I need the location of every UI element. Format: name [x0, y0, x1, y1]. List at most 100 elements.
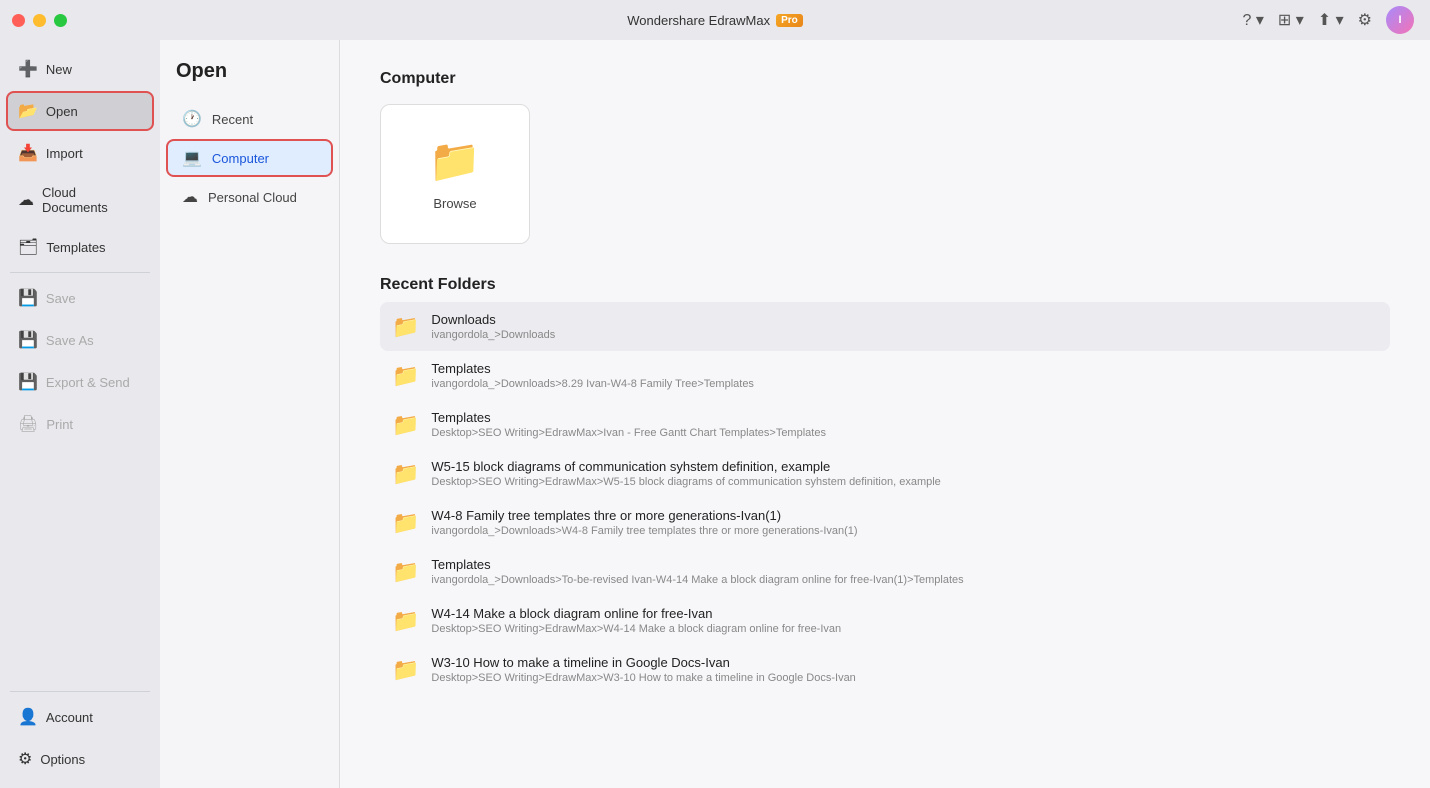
titlebar-right: ? ▾ ⊞ ▾ ⬆ ▾ ⚙ I [1243, 6, 1415, 34]
left-panel-computer[interactable]: 💻 Computer [166, 139, 333, 177]
folder-name: Templates [431, 361, 754, 376]
folder-path: Desktop>SEO Writing>EdrawMax>W4-14 Make … [431, 623, 841, 635]
folder-row[interactable]: 📁 Templates Desktop>SEO Writing>EdrawMax… [380, 400, 1390, 449]
cloud-icon: ☁ [18, 190, 34, 210]
folder-icon: 📁 [392, 510, 419, 536]
folder-path: Desktop>SEO Writing>EdrawMax>W5-15 block… [431, 476, 940, 488]
browse-card[interactable]: 📁 Browse [380, 104, 530, 244]
pro-badge: Pro [776, 14, 803, 27]
folder-name: Downloads [431, 312, 555, 327]
settings-icon[interactable]: ⚙ [1358, 10, 1372, 30]
sidebar-divider [10, 272, 150, 273]
sidebar-item-templates[interactable]: 🗂 Templates [6, 227, 154, 267]
share-icon[interactable]: ⬆ ▾ [1318, 10, 1344, 30]
saveas-icon: 💾 [18, 330, 38, 350]
folder-path: ivangordola_>Downloads [431, 329, 555, 341]
sidebar-label-export: Export & Send [46, 375, 130, 390]
left-panel-title: Open [160, 60, 339, 99]
left-panel-recent-label: Recent [212, 112, 253, 127]
window-controls[interactable] [12, 14, 67, 27]
computer-section-title: Computer [380, 70, 1390, 88]
folder-row[interactable]: 📁 W5-15 block diagrams of communication … [380, 449, 1390, 498]
sidebar-item-account[interactable]: 👤 Account [6, 697, 154, 737]
folder-path: Desktop>SEO Writing>EdrawMax>W3-10 How t… [431, 672, 855, 684]
sidebar-label-print: Print [46, 417, 73, 432]
sidebar-label-account: Account [46, 710, 93, 725]
folder-icon: 📁 [392, 608, 419, 634]
sidebar-item-new[interactable]: ➕ New [6, 49, 154, 89]
close-button[interactable] [12, 14, 25, 27]
folder-path: Desktop>SEO Writing>EdrawMax>Ivan - Free… [431, 427, 826, 439]
sidebar-label-cloud: Cloud Documents [42, 185, 142, 215]
help-icon[interactable]: ? ▾ [1243, 10, 1264, 30]
folder-path: ivangordola_>Downloads>8.29 Ivan-W4-8 Fa… [431, 378, 754, 390]
open-icon: 📂 [18, 101, 38, 121]
folder-icon: 📁 [392, 657, 419, 683]
sidebar-label-open: Open [46, 104, 78, 119]
folder-icon: 📁 [392, 461, 419, 487]
sidebar-item-open[interactable]: 📂 Open [6, 91, 154, 131]
folder-row[interactable]: 📁 W4-14 Make a block diagram online for … [380, 596, 1390, 645]
sidebar-label-templates: Templates [46, 240, 105, 255]
folder-name: W4-8 Family tree templates thre or more … [431, 508, 857, 523]
sidebar-label-options: Options [40, 752, 85, 767]
avatar[interactable]: I [1386, 6, 1414, 34]
left-panel-computer-label: Computer [212, 151, 269, 166]
folder-icon: 📁 [392, 412, 419, 438]
main-content: Computer 📁 Browse Recent Folders 📁 Downl… [340, 40, 1430, 788]
folder-name: W3-10 How to make a timeline in Google D… [431, 655, 855, 670]
folder-info: Templates ivangordola_>Downloads>To-be-r… [431, 557, 963, 586]
export-icon: 💾 [18, 372, 38, 392]
app-title: Wondershare EdrawMax Pro [627, 13, 803, 28]
left-panel: Open 🕐 Recent 💻 Computer ☁ Personal Clou… [160, 40, 340, 788]
recent-folders-title: Recent Folders [380, 276, 1390, 294]
sidebar-item-print: 🖨 Print [6, 404, 154, 444]
browse-label: Browse [433, 196, 476, 211]
sidebar-bottom-divider [10, 691, 150, 692]
sidebar-label-saveas: Save As [46, 333, 94, 348]
folder-row[interactable]: 📁 W4-8 Family tree templates thre or mor… [380, 498, 1390, 547]
folder-info: W5-15 block diagrams of communication sy… [431, 459, 940, 488]
save-icon: 💾 [18, 288, 38, 308]
titlebar: Wondershare EdrawMax Pro ? ▾ ⊞ ▾ ⬆ ▾ ⚙ I [0, 0, 1430, 40]
left-panel-recent[interactable]: 🕐 Recent [166, 100, 333, 138]
import-icon: 📥 [18, 143, 38, 163]
folder-info: W3-10 How to make a timeline in Google D… [431, 655, 855, 684]
sidebar-item-options[interactable]: ⚙ Options [6, 739, 154, 779]
folder-row[interactable]: 📁 Templates ivangordola_>Downloads>8.29 … [380, 351, 1390, 400]
folder-row[interactable]: 📁 Templates ivangordola_>Downloads>To-be… [380, 547, 1390, 596]
computer-icon: 💻 [182, 148, 202, 168]
main-layout: ➕ New 📂 Open 📥 Import ☁ Cloud Documents … [0, 40, 1430, 788]
sidebar-label-save: Save [46, 291, 76, 306]
new-icon: ➕ [18, 59, 38, 79]
sidebar-item-saveas: 💾 Save As [6, 320, 154, 360]
folder-name: Templates [431, 557, 963, 572]
folder-icon: 📁 [392, 363, 419, 389]
folder-row[interactable]: 📁 Downloads ivangordola_>Downloads [380, 302, 1390, 351]
folder-info: W4-8 Family tree templates thre or more … [431, 508, 857, 537]
folder-info: Downloads ivangordola_>Downloads [431, 312, 555, 341]
minimize-button[interactable] [33, 14, 46, 27]
content-area: Open 🕐 Recent 💻 Computer ☁ Personal Clou… [160, 40, 1430, 788]
folder-row[interactable]: 📁 W3-10 How to make a timeline in Google… [380, 645, 1390, 694]
personal-cloud-icon: ☁ [182, 187, 198, 207]
templates-icon: 🗂 [18, 237, 38, 257]
folder-path: ivangordola_>Downloads>To-be-revised Iva… [431, 574, 963, 586]
browse-folder-icon: 📁 [429, 137, 481, 186]
folder-info: Templates Desktop>SEO Writing>EdrawMax>I… [431, 410, 826, 439]
folder-icon: 📁 [392, 314, 419, 340]
sidebar: ➕ New 📂 Open 📥 Import ☁ Cloud Documents … [0, 40, 160, 788]
maximize-button[interactable] [54, 14, 67, 27]
sidebar-item-import[interactable]: 📥 Import [6, 133, 154, 173]
left-panel-personal-cloud-label: Personal Cloud [208, 190, 297, 205]
folder-info: W4-14 Make a block diagram online for fr… [431, 606, 841, 635]
sidebar-item-cloud[interactable]: ☁ Cloud Documents [6, 175, 154, 225]
sidebar-label-import: Import [46, 146, 83, 161]
folder-info: Templates ivangordola_>Downloads>8.29 Iv… [431, 361, 754, 390]
folder-path: ivangordola_>Downloads>W4-8 Family tree … [431, 525, 857, 537]
sidebar-item-save: 💾 Save [6, 278, 154, 318]
left-panel-personal-cloud[interactable]: ☁ Personal Cloud [166, 178, 333, 216]
folder-name: W5-15 block diagrams of communication sy… [431, 459, 940, 474]
grid-icon[interactable]: ⊞ ▾ [1278, 10, 1304, 30]
account-icon: 👤 [18, 707, 38, 727]
